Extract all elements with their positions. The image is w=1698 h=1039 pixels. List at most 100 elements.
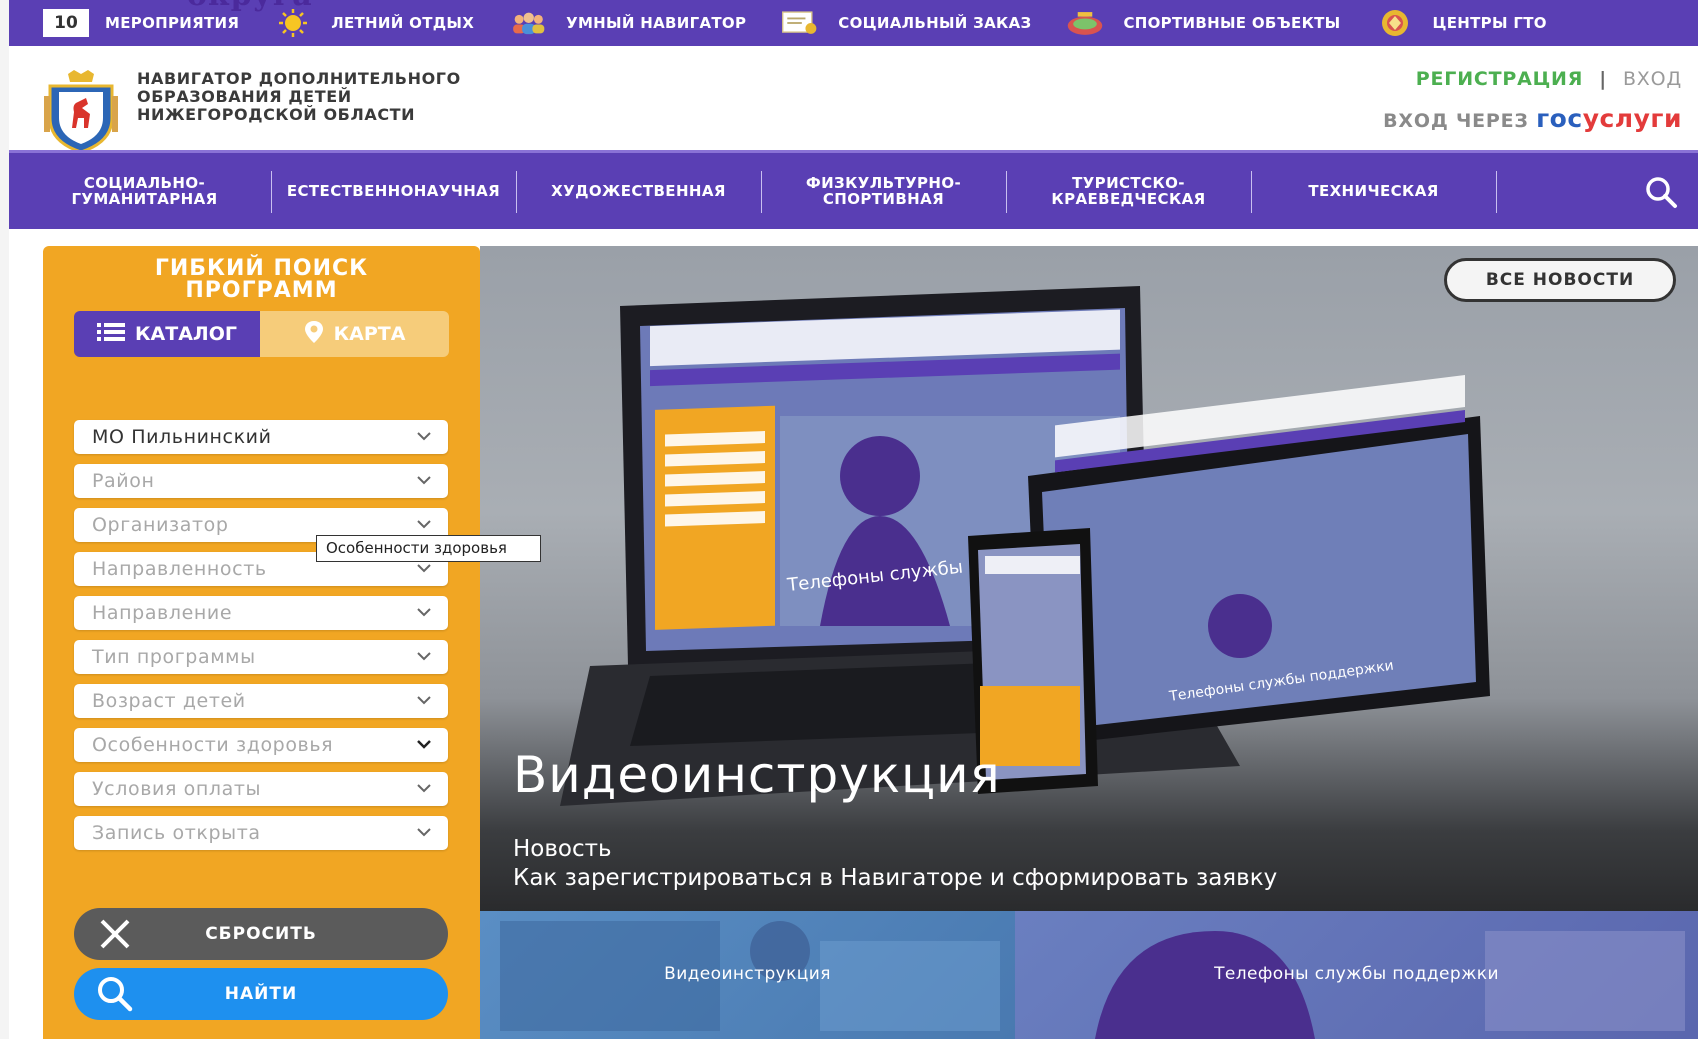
filter-placeholder: Тип программы <box>92 646 256 668</box>
panel-title-line: ГИБКИЙ ПОИСК <box>154 256 369 281</box>
site-header: НАВИГАТОР ДОПОЛНИТЕЛЬНОГО ОБРАЗОВАНИЯ ДЕ… <box>9 46 1698 154</box>
category-nav: СОЦИАЛЬНО- ГУМАНИТАРНАЯ ЕСТЕСТВЕННОНАУЧНА… <box>9 150 1698 229</box>
health-features-tooltip: Особенности здоровья <box>316 535 541 562</box>
hero-category: Новость <box>513 836 612 862</box>
news-thumbnail-support[interactable]: Телефоны службы поддержки <box>1015 911 1698 1039</box>
gosuslugi-login-link[interactable]: ВХОД ЧЕРЕЗ госуслуги <box>1383 104 1682 133</box>
certificate-icon <box>780 8 820 38</box>
filter-value: МО Пильнинский <box>92 426 272 448</box>
panel-title: ГИБКИЙ ПОИСК ПРОГРАММ <box>43 258 480 302</box>
gto-badge-icon <box>1375 8 1415 38</box>
hero-description[interactable]: Как зарегистрироваться в Навигаторе и сф… <box>513 865 1277 891</box>
filter-placeholder: Организатор <box>92 514 229 536</box>
chevron-down-icon <box>417 432 431 441</box>
brand-line: НАВИГАТОР ДОПОЛНИТЕЛЬНОГО <box>137 69 461 88</box>
cropped-heading-fragment: округа <box>187 0 313 13</box>
municipality-select[interactable]: МО Пильнинский <box>74 420 448 454</box>
chevron-down-icon <box>417 608 431 617</box>
filter-placeholder: Направление <box>92 602 233 624</box>
category-label: ТЕХНИЧЕСКАЯ <box>1308 182 1439 200</box>
chevron-down-icon <box>417 696 431 705</box>
category-label: ХУДОЖЕСТВЕННАЯ <box>551 182 726 200</box>
gosuslugi-logo-part1: гос <box>1536 104 1583 133</box>
map-label: КАРТА <box>333 323 406 345</box>
topbar-item-label: СОЦИАЛЬНЫЙ ЗАКАЗ <box>838 14 1032 32</box>
health-features-select[interactable]: Особенности здоровья <box>74 728 448 762</box>
hero-title[interactable]: Видеоинструкция <box>513 746 1001 804</box>
news-hero-banner[interactable]: Телефоны службы по Телефоны службы подде… <box>480 246 1698 911</box>
district-select[interactable]: Район <box>74 464 448 498</box>
chevron-down-icon <box>417 740 431 749</box>
chevron-down-icon <box>417 476 431 485</box>
flexible-search-panel: ГИБКИЙ ПОИСК ПРОГРАММ КАТАЛОГ КАРТА МО П… <box>43 246 480 1039</box>
catalog-tab[interactable]: КАТАЛОГ <box>74 311 260 357</box>
topbar-item-social-order[interactable]: СОЦИАЛЬНЫЙ ЗАКАЗ <box>780 8 1031 38</box>
chevron-down-icon <box>417 652 431 661</box>
category-label: КРАЕВЕДЧЕСКАЯ <box>1051 190 1206 208</box>
panel-title-line: ПРОГРАММ <box>185 278 338 303</box>
search-icon[interactable] <box>1644 175 1678 209</box>
category-physical-sport[interactable]: ФИЗКУЛЬТУРНО- СПОРТИВНАЯ <box>761 153 1006 229</box>
stadium-icon <box>1065 8 1105 38</box>
topbar-item-label: СПОРТИВНЫЕ ОБЪЕКТЫ <box>1123 14 1341 32</box>
gosuslugi-prefix: ВХОД ЧЕРЕЗ <box>1383 110 1529 132</box>
topbar-item-label: УМНЫЙ НАВИГАТОР <box>566 14 747 32</box>
category-social-humanitarian[interactable]: СОЦИАЛЬНО- ГУМАНИТАРНАЯ <box>33 153 256 229</box>
nizhny-novgorod-emblem-icon[interactable] <box>42 68 120 154</box>
filter-placeholder: Возраст детей <box>92 690 246 712</box>
login-link[interactable]: ВХОД <box>1623 68 1682 90</box>
map-pin-icon <box>304 320 324 349</box>
thumbnail-label: Видеоинструкция <box>664 964 831 984</box>
category-artistic[interactable]: ХУДОЖЕСТВЕННАЯ <box>516 153 761 229</box>
direction-select[interactable]: Направление <box>74 596 448 630</box>
left-margin-strip <box>0 0 9 1039</box>
brand-line: ОБРАЗОВАНИЯ ДЕТЕЙ <box>137 87 352 106</box>
thumbnail-label: Телефоны службы поддержки <box>1214 964 1499 984</box>
category-label: СПОРТИВНАЯ <box>822 190 945 208</box>
filter-placeholder: Особенности здоровья <box>92 734 334 756</box>
category-label: СОЦИАЛЬНО- <box>83 174 206 192</box>
child-age-select[interactable]: Возраст детей <box>74 684 448 718</box>
find-label: НАЙТИ <box>224 984 298 1004</box>
list-icon <box>97 321 126 348</box>
close-icon <box>90 914 140 954</box>
topbar-item-sport-objects[interactable]: СПОРТИВНЫЕ ОБЪЕКТЫ <box>1065 8 1340 38</box>
topbar-item-label: ЦЕНТРЫ ГТО <box>1432 14 1547 32</box>
category-technical[interactable]: ТЕХНИЧЕСКАЯ <box>1251 153 1496 229</box>
chevron-down-icon <box>417 784 431 793</box>
find-button[interactable]: НАЙТИ <box>74 968 448 1020</box>
chevron-down-icon <box>417 828 431 837</box>
gosuslugi-logo-part2: услуги <box>1582 104 1682 133</box>
filter-placeholder: Условия оплаты <box>92 778 262 800</box>
topbar-item-events[interactable]: МЕРОПРИЯТИЯ <box>105 14 239 32</box>
catalog-label: КАТАЛОГ <box>135 323 237 345</box>
brand-title[interactable]: НАВИГАТОР ДОПОЛНИТЕЛЬНОГО ОБРАЗОВАНИЯ ДЕ… <box>137 70 497 124</box>
payment-terms-select[interactable]: Условия оплаты <box>74 772 448 806</box>
chevron-down-icon <box>417 520 431 529</box>
chevron-down-icon <box>417 564 431 573</box>
enrollment-open-select[interactable]: Запись открыта <box>74 816 448 850</box>
search-icon <box>90 974 140 1014</box>
brand-line: НИЖЕГОРОДСКОЙ ОБЛАСТИ <box>137 105 416 124</box>
reset-label: СБРОСИТЬ <box>205 924 317 944</box>
filter-placeholder: Район <box>92 470 155 492</box>
events-count-badge: 10 <box>43 9 89 37</box>
reset-button[interactable]: СБРОСИТЬ <box>74 908 448 960</box>
topbar-item-gto[interactable]: ЦЕНТРЫ ГТО <box>1375 8 1547 38</box>
news-thumbnail-video[interactable]: Видеоинструкция <box>480 911 1015 1039</box>
program-type-select[interactable]: Тип программы <box>74 640 448 674</box>
category-label: ФИЗКУЛЬТУРНО- <box>805 174 962 192</box>
register-link[interactable]: РЕГИСТРАЦИЯ <box>1416 68 1583 90</box>
category-divider <box>1496 171 1497 213</box>
category-tourism-local-history[interactable]: ТУРИСТСКО- КРАЕВЕДЧЕСКАЯ <box>1006 153 1251 229</box>
map-tab[interactable]: КАРТА <box>260 311 449 357</box>
topbar-item-label: ЛЕТНИЙ ОТДЫХ <box>331 14 475 32</box>
category-label: ТУРИСТСКО- <box>1072 174 1185 192</box>
category-natural-science[interactable]: ЕСТЕСТВЕННОНАУЧНАЯ <box>271 153 516 229</box>
category-label: ЕСТЕСТВЕННОНАУЧНАЯ <box>286 182 501 200</box>
devices-illustration: Телефоны службы по Телефоны службы подде… <box>560 286 1490 806</box>
navigator-page: 10 МЕРОПРИЯТИЯ ЛЕТНИЙ ОТДЫХ УМНЫЙ НАВИГА… <box>9 0 1698 1039</box>
people-icon <box>508 8 548 38</box>
all-news-button[interactable]: ВСЕ НОВОСТИ <box>1444 258 1676 302</box>
topbar-item-smart-navigator[interactable]: УМНЫЙ НАВИГАТОР <box>508 8 746 38</box>
